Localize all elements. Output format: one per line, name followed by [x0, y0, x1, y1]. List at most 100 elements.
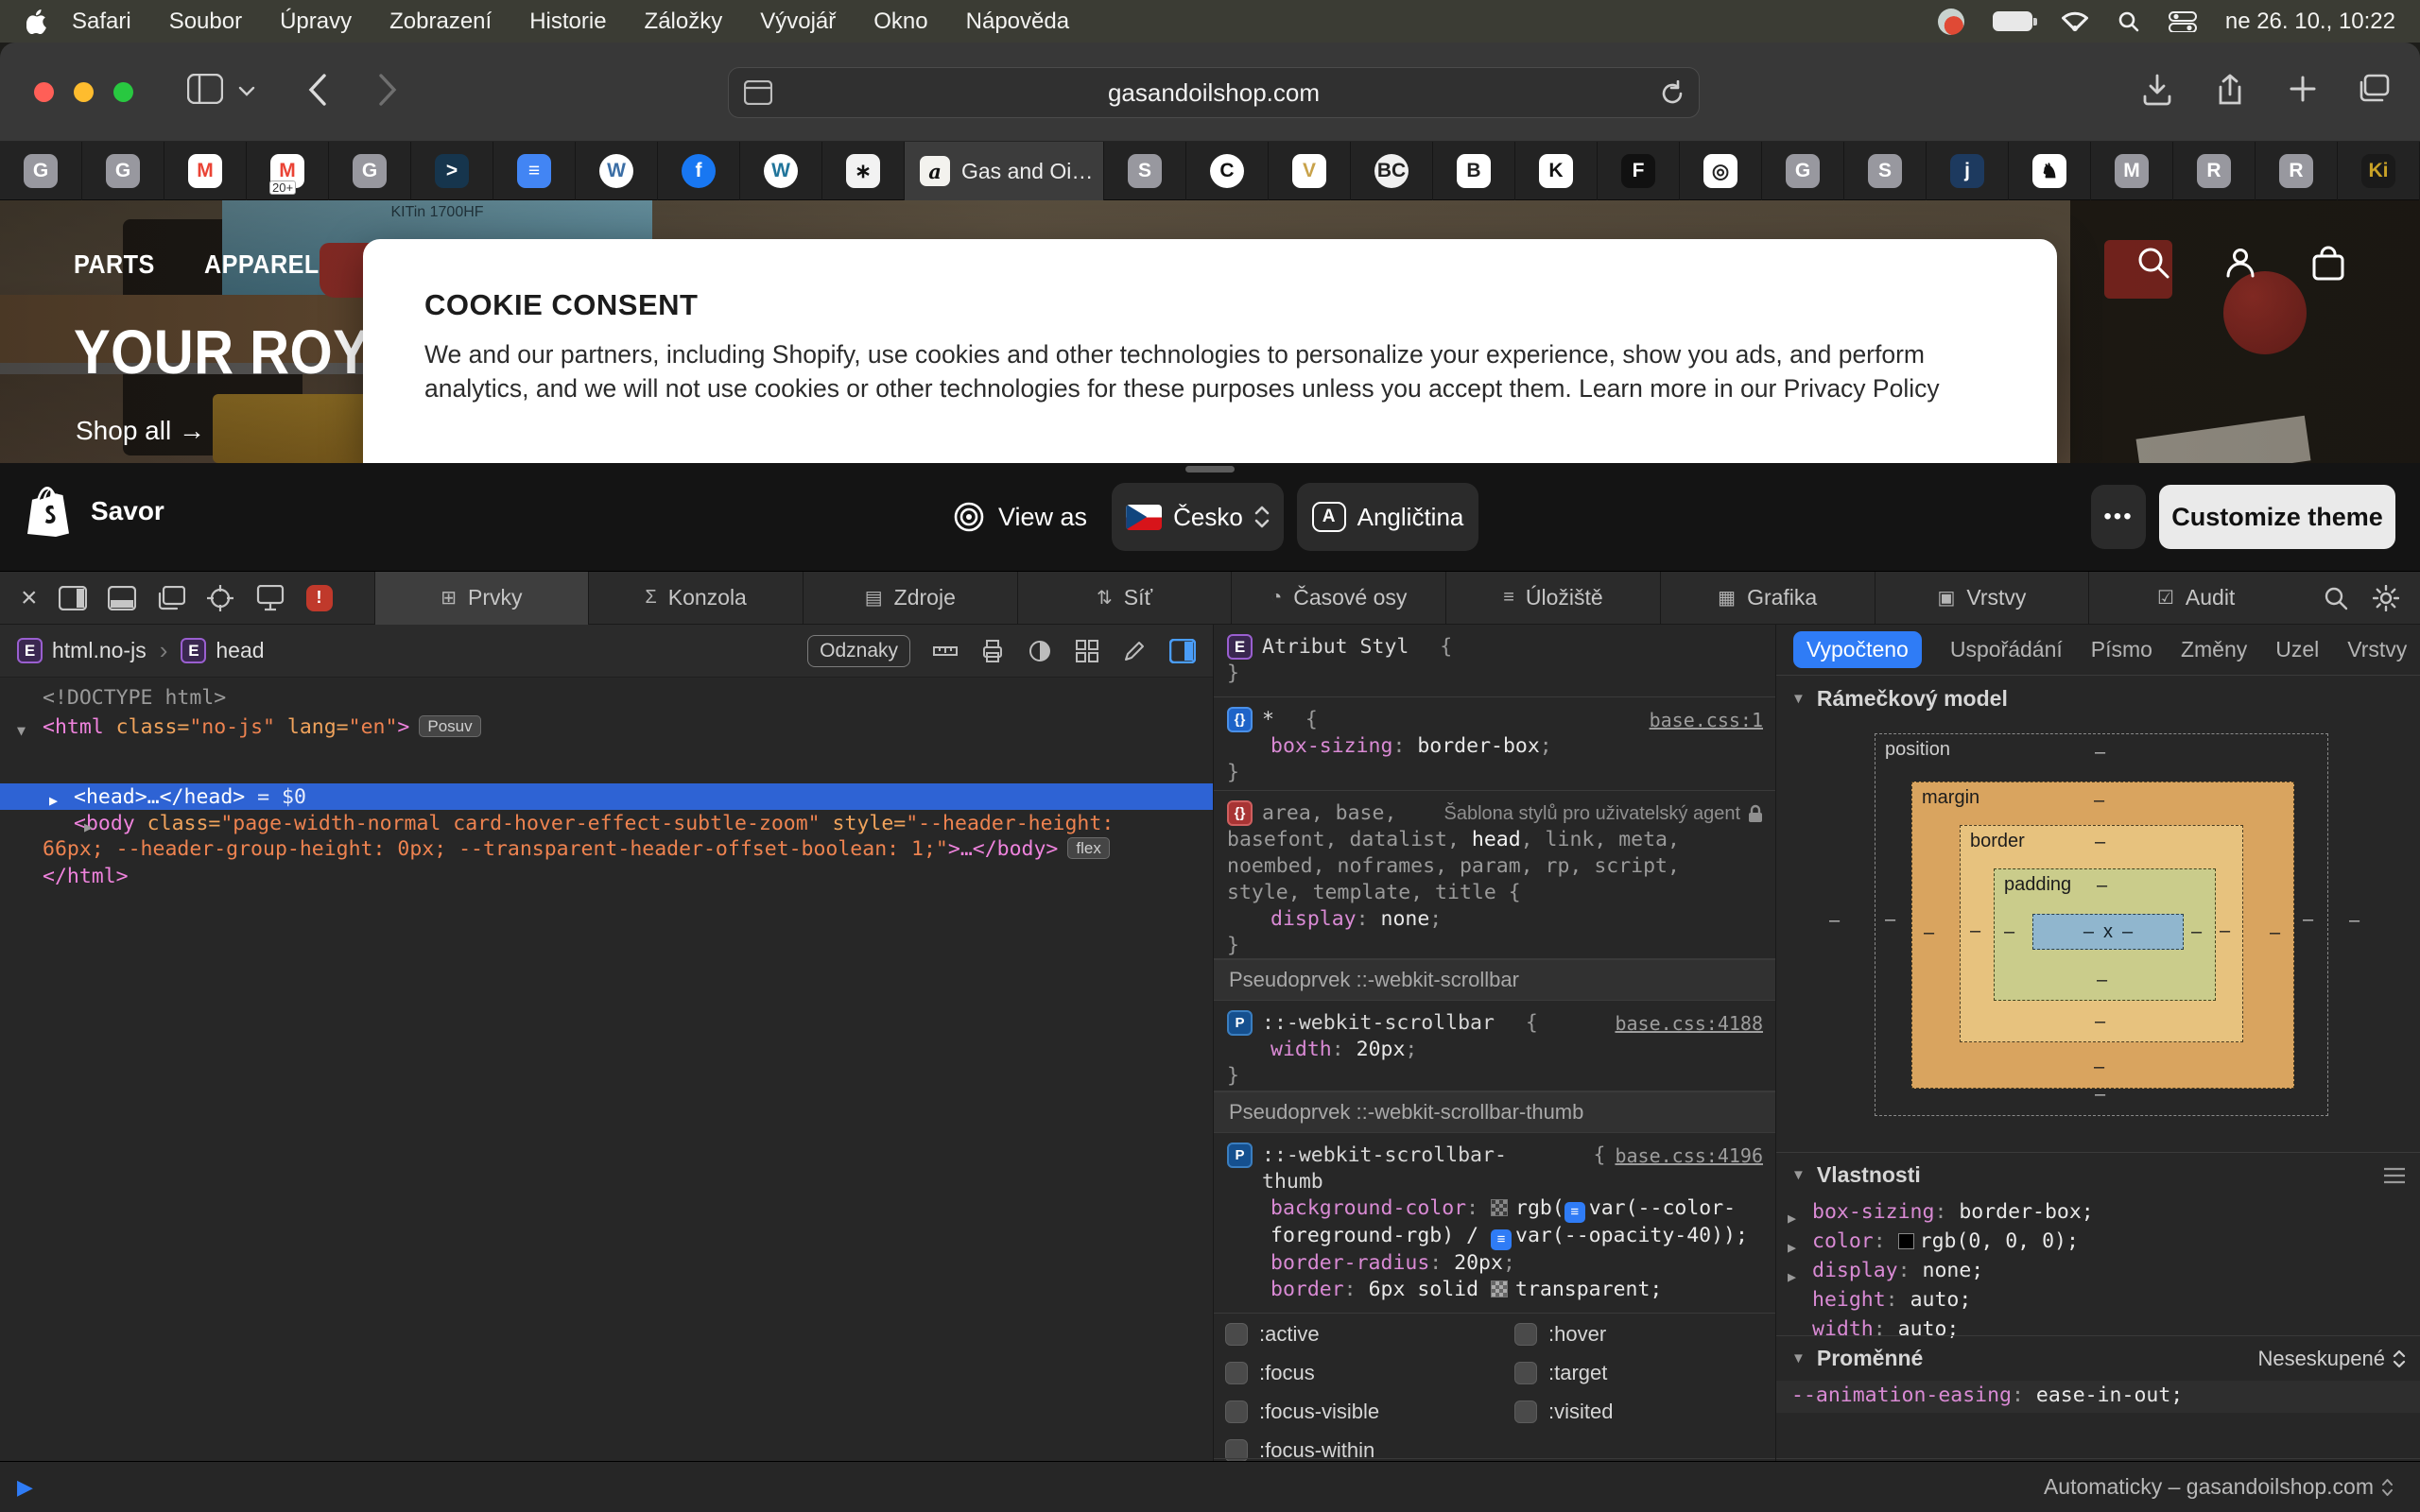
- pinned-tab[interactable]: G: [82, 142, 164, 200]
- language-selector[interactable]: A Angličtina: [1297, 483, 1478, 551]
- pinned-tab[interactable]: C: [1186, 142, 1269, 200]
- pinned-tab[interactable]: W: [576, 142, 658, 200]
- pinned-tab[interactable]: ♞: [2009, 142, 2091, 200]
- minimize-window-button[interactable]: [74, 82, 94, 102]
- pinned-tab[interactable]: f: [658, 142, 740, 200]
- inspector-tab[interactable]: ⊞ Prvky: [374, 572, 589, 625]
- zoom-window-button[interactable]: [113, 82, 133, 102]
- pinned-tab[interactable]: S: [1104, 142, 1186, 200]
- breadcrumb-head[interactable]: head: [216, 638, 264, 663]
- pinned-tab[interactable]: R: [2256, 142, 2338, 200]
- menubar-item[interactable]: Okno: [873, 9, 927, 35]
- pinned-tab[interactable]: V: [1269, 142, 1351, 200]
- box-model-margin[interactable]: margin – – – – border – – – – padding: [1911, 782, 2294, 1089]
- pseudo-class-checkbox[interactable]: [1225, 1323, 1248, 1346]
- menubar-item[interactable]: Záložky: [645, 9, 723, 35]
- screen-record-app-icon[interactable]: [1938, 9, 1964, 35]
- forward-button[interactable]: [378, 74, 397, 106]
- shop-all-link[interactable]: Shop all →: [76, 416, 205, 446]
- stylesheet-link[interactable]: base.css:1: [1650, 707, 1763, 733]
- sidebar-toggle-icon[interactable]: [187, 74, 223, 104]
- back-button[interactable]: [308, 74, 327, 106]
- grid-overlay-icon[interactable]: [1075, 639, 1099, 663]
- pinned-tab[interactable]: Ki: [2338, 142, 2420, 200]
- site-nav-link[interactable]: PARTS: [74, 249, 155, 280]
- color-swatch[interactable]: [1491, 1199, 1508, 1216]
- pinned-tab[interactable]: F: [1598, 142, 1680, 200]
- pinned-tab[interactable]: j: [1927, 142, 2009, 200]
- reload-icon[interactable]: [1659, 80, 1685, 107]
- menubar-item[interactable]: Zobrazení: [389, 9, 492, 35]
- control-center-icon[interactable]: [2169, 11, 2197, 32]
- pinned-tab[interactable]: K: [1515, 142, 1598, 200]
- drag-handle[interactable]: [1185, 466, 1235, 472]
- address-bar[interactable]: gasandoilshop.com: [728, 67, 1700, 118]
- box-model-position[interactable]: position – – – – margin – – – – border –: [1875, 733, 2328, 1116]
- computed-tab[interactable]: Písmo: [2091, 637, 2152, 662]
- text-encoding-select[interactable]: Automaticky – gasandoilshop.com: [2044, 1474, 2394, 1500]
- menubar-item[interactable]: Safari: [72, 9, 131, 35]
- pseudo-class-checkbox[interactable]: [1514, 1323, 1537, 1346]
- inspector-tab[interactable]: ▣ Vrstvy: [1875, 572, 2089, 625]
- continue-arrow-icon[interactable]: ▶: [17, 1475, 33, 1500]
- more-options-button[interactable]: •••: [2091, 485, 2146, 549]
- spotlight-search-icon[interactable]: [2118, 10, 2140, 33]
- computed-property[interactable]: height: auto;: [1776, 1285, 2420, 1314]
- color-swatch[interactable]: [1491, 1280, 1508, 1297]
- inspector-tab[interactable]: ⇅ Síť: [1017, 572, 1232, 625]
- breadcrumb-html[interactable]: html.no-js: [52, 638, 147, 663]
- pinned-tab[interactable]: ◎: [1680, 142, 1762, 200]
- customize-theme-button[interactable]: Customize theme: [2159, 485, 2395, 549]
- computed-property[interactable]: ▶box-sizing: border-box;: [1776, 1197, 2420, 1227]
- menubar-item[interactable]: Soubor: [169, 9, 242, 35]
- menubar-item[interactable]: Úpravy: [280, 9, 352, 35]
- inspector-tab[interactable]: ≡ Úložiště: [1445, 572, 1660, 625]
- computed-tab[interactable]: Uspořádání: [1950, 637, 2063, 662]
- inspector-search-icon[interactable]: [2324, 586, 2348, 610]
- variables-grouping-select[interactable]: Neseskupené: [2257, 1347, 2406, 1371]
- box-model-border[interactable]: border – – – – padding – – – –: [1960, 825, 2243, 1042]
- close-window-button[interactable]: [34, 82, 54, 102]
- inspector-tab[interactable]: ▦ Grafika: [1660, 572, 1875, 625]
- flex-badge[interactable]: flex: [1067, 837, 1109, 859]
- universal-rule[interactable]: {}* {base.css:1 box-sizing: border-box; …: [1214, 697, 1776, 791]
- computed-tab[interactable]: Vrstvy: [2347, 637, 2407, 662]
- pseudo-class-checkbox[interactable]: [1225, 1400, 1248, 1423]
- pinned-tab[interactable]: W: [740, 142, 822, 200]
- sidebar-chevron-icon[interactable]: [238, 86, 255, 97]
- share-icon[interactable]: [2216, 74, 2244, 108]
- pinned-tab[interactable]: S: [1844, 142, 1927, 200]
- stylesheet-link[interactable]: base.css:4188: [1615, 1010, 1763, 1037]
- user-agent-rule[interactable]: {}area, base, Šablona stylů pro uživatel…: [1214, 791, 1776, 959]
- inspector-settings-gear-icon[interactable]: [2373, 585, 2399, 611]
- pinned-tab[interactable]: M: [2091, 142, 2173, 200]
- inspector-tab[interactable]: ◔ Časové osy: [1231, 572, 1445, 625]
- pinned-tab[interactable]: G: [1762, 142, 1844, 200]
- detach-window-icon[interactable]: [157, 586, 185, 610]
- variables-section-header[interactable]: ▼Proměnné Neseskupené: [1776, 1335, 2420, 1381]
- issues-badge[interactable]: !: [306, 585, 333, 611]
- dock-bottom-icon[interactable]: [108, 586, 136, 610]
- dock-side-icon[interactable]: [59, 586, 87, 610]
- dom-html-close[interactable]: </html>: [0, 864, 1191, 889]
- pinned-tab[interactable]: M: [164, 142, 247, 200]
- dom-head-selected[interactable]: ▶<head>…</head> = $0: [0, 784, 1191, 810]
- scrollbar-thumb-rule[interactable]: P::-webkit-scrollbar-thumb {base.css:419…: [1214, 1133, 1776, 1313]
- site-search-icon[interactable]: [2136, 246, 2170, 282]
- pinned-tab[interactable]: M 20+: [247, 142, 329, 200]
- computed-tab[interactable]: Vypočteno: [1793, 631, 1922, 668]
- pinned-tab[interactable]: ∗: [822, 142, 905, 200]
- ruler-icon[interactable]: [933, 639, 958, 663]
- menubar-item[interactable]: Nápověda: [966, 9, 1069, 35]
- scrollbar-rule[interactable]: P::-webkit-scrollbar {base.css:4188 widt…: [1214, 1001, 1776, 1091]
- edit-pen-icon[interactable]: [1122, 639, 1147, 663]
- site-cart-icon[interactable]: [2310, 246, 2346, 282]
- downloads-icon[interactable]: [2142, 74, 2172, 106]
- new-tab-icon[interactable]: [2288, 74, 2318, 104]
- menubar-clock[interactable]: ne 26. 10., 10:22: [2225, 9, 2395, 35]
- battery-icon[interactable]: [1993, 11, 2032, 31]
- css-variable-row[interactable]: --animation-easing: ease-in-out;: [1776, 1381, 2420, 1413]
- pseudo-class-checkbox[interactable]: [1225, 1362, 1248, 1384]
- computed-tab[interactable]: Uzel: [2275, 637, 2319, 662]
- box-model-section-header[interactable]: ▼Rámečkový model: [1776, 676, 2420, 721]
